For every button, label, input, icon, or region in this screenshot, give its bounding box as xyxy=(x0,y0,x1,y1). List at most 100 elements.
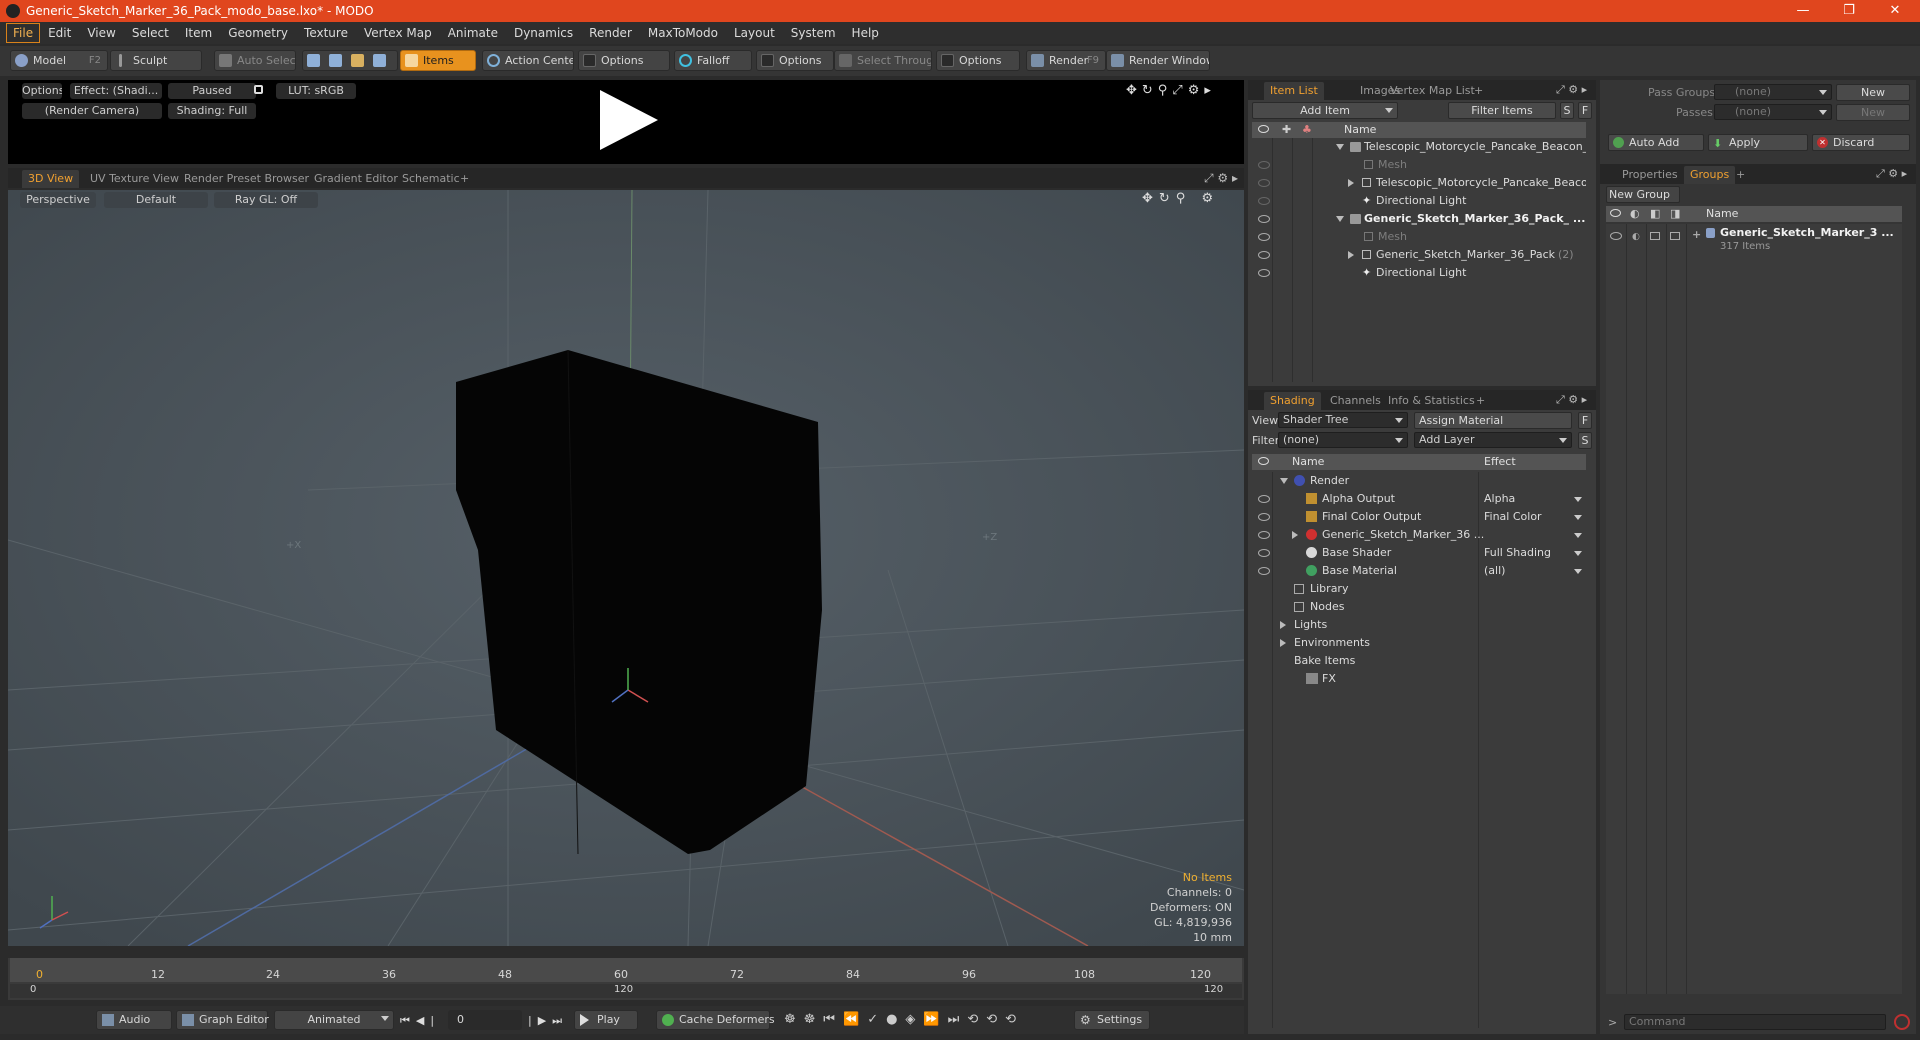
eye-icon[interactable] xyxy=(1610,232,1622,240)
expand-arrow-icon[interactable] xyxy=(1336,216,1344,222)
viewport-settings-icon[interactable]: ⤢ ⚙ ▸ xyxy=(1204,171,1238,186)
preview-paused-button[interactable]: Paused xyxy=(168,83,256,99)
tree-item[interactable]: Mesh xyxy=(1252,228,1586,246)
menu-item[interactable]: Item xyxy=(177,22,220,44)
preview-nav-icons[interactable]: ✥↻⚲⤢⚙▸ xyxy=(1126,83,1216,98)
tree-item[interactable]: ✦ Directional Light xyxy=(1252,264,1586,282)
expand-arrow-icon[interactable] xyxy=(1348,251,1354,259)
falloff-button[interactable]: Falloff xyxy=(674,50,752,71)
new-pass-button[interactable]: New xyxy=(1836,104,1910,121)
menu-system[interactable]: System xyxy=(783,22,844,44)
tab-groups[interactable]: Groups xyxy=(1684,166,1736,184)
shading-f-button[interactable]: F xyxy=(1578,412,1592,429)
play-button[interactable]: Play xyxy=(574,1010,638,1030)
new-pass-group-button[interactable]: New xyxy=(1836,84,1910,101)
restore-button[interactable]: ❐ xyxy=(1826,0,1872,22)
tab-channels[interactable]: Channels xyxy=(1324,392,1387,410)
chevron-down-icon[interactable] xyxy=(1574,497,1582,502)
action-center-button[interactable]: Action Center xyxy=(482,50,574,71)
expand-arrow-icon[interactable] xyxy=(1280,621,1286,629)
shading-s-button[interactable]: S xyxy=(1578,432,1592,449)
item-list-f-button[interactable]: F xyxy=(1578,102,1592,119)
eye-icon[interactable] xyxy=(1258,513,1270,521)
shader-row[interactable]: FX xyxy=(1252,670,1586,688)
lock-toggle-icon[interactable] xyxy=(1650,232,1660,240)
preview-options-button[interactable]: Options xyxy=(22,83,62,99)
audio-button[interactable]: Audio xyxy=(96,1010,172,1030)
select-toggle-icon[interactable] xyxy=(1670,232,1680,240)
play-render-icon[interactable] xyxy=(592,86,664,156)
shader-row[interactable]: Final Color Output Final Color xyxy=(1252,508,1586,526)
select-through-options-button[interactable]: Options xyxy=(936,50,1020,71)
menu-layout[interactable]: Layout xyxy=(726,22,783,44)
expand-plus-icon[interactable]: + xyxy=(1692,226,1701,242)
range-start[interactable]: 0 xyxy=(30,984,36,995)
menu-edit[interactable]: Edit xyxy=(40,22,79,44)
menu-geometry[interactable]: Geometry xyxy=(220,22,296,44)
tab-add[interactable]: + xyxy=(1470,392,1491,410)
add-layer-dropdown[interactable]: Add Layer xyxy=(1414,432,1572,448)
discard-button[interactable]: ✕ Discard xyxy=(1812,134,1910,151)
tab-info-statistics[interactable]: Info & Statistics xyxy=(1382,392,1481,410)
eye-icon[interactable] xyxy=(1258,179,1270,187)
tab-add[interactable]: + xyxy=(1468,82,1489,100)
tree-item[interactable]: ✦ Directional Light xyxy=(1252,192,1586,210)
record-icon[interactable] xyxy=(1894,1014,1910,1030)
menu-animate[interactable]: Animate xyxy=(440,22,506,44)
eye-icon[interactable] xyxy=(1258,215,1270,223)
falloff-options-button[interactable]: Options xyxy=(756,50,834,71)
range-end[interactable]: 120 xyxy=(1204,984,1223,995)
tab-gradient-editor[interactable]: Gradient Editor xyxy=(308,170,404,188)
eye-icon[interactable] xyxy=(1258,161,1270,169)
chevron-down-icon[interactable] xyxy=(1574,533,1582,538)
shader-row[interactable]: Environments xyxy=(1252,634,1586,652)
render-toggle-icon[interactable]: ◐ xyxy=(1632,228,1640,242)
jump-end-icons[interactable]: |▶⏭ xyxy=(528,1014,568,1028)
shader-row[interactable]: Base Material (all) xyxy=(1252,562,1586,580)
tab-properties[interactable]: Properties xyxy=(1616,166,1684,184)
materials-mode-icon[interactable] xyxy=(373,54,386,67)
tree-item[interactable]: Mesh xyxy=(1252,156,1586,174)
eye-icon[interactable] xyxy=(1258,233,1270,241)
tab-3d-view[interactable]: 3D View xyxy=(22,170,80,188)
preview-shading-dropdown[interactable]: Shading: Full xyxy=(168,103,256,119)
shader-row[interactable]: Bake Items xyxy=(1252,652,1586,670)
panel-menu-icons[interactable]: ⤢ ⚙ ▸ xyxy=(1556,83,1587,97)
shader-row[interactable]: Library xyxy=(1252,580,1586,598)
preview-effect-dropdown[interactable]: Effect: (Shadi... xyxy=(70,83,162,99)
tab-uv-texture-view[interactable]: UV Texture View xyxy=(84,170,185,188)
graph-editor-button[interactable]: Graph Editor xyxy=(176,1010,269,1030)
eye-icon[interactable] xyxy=(1258,269,1270,277)
select-through-button[interactable]: Select Through xyxy=(834,50,932,71)
vertices-mode-icon[interactable] xyxy=(307,54,320,67)
add-item-button[interactable]: Add Item xyxy=(1252,102,1398,119)
passes-dropdown[interactable]: (none) xyxy=(1714,104,1832,120)
tree-item[interactable]: Generic_Sketch_Marker_36_Pack (2) xyxy=(1252,246,1586,264)
menu-render[interactable]: Render xyxy=(581,22,640,44)
tree-item[interactable]: Generic_Sketch_Marker_36_Pack_ ... xyxy=(1252,210,1586,228)
tab-shading[interactable]: Shading xyxy=(1264,392,1321,410)
shader-row[interactable]: Base Shader Full Shading xyxy=(1252,544,1586,562)
menu-maxtomodo[interactable]: MaxToModo xyxy=(640,22,726,44)
shader-row[interactable]: Render xyxy=(1252,472,1586,490)
shader-row[interactable]: Alpha Output Alpha xyxy=(1252,490,1586,508)
view-dropdown[interactable]: Shader Tree xyxy=(1278,412,1408,428)
eye-icon[interactable] xyxy=(1258,197,1270,205)
expand-arrow-icon[interactable] xyxy=(1336,144,1344,150)
preview-lut-dropdown[interactable]: LUT: sRGB xyxy=(276,83,356,99)
shader-row[interactable]: Generic_Sketch_Marker_36 ... xyxy=(1252,526,1586,544)
auto-select-button[interactable]: Auto Select xyxy=(214,50,296,71)
menu-texture[interactable]: Texture xyxy=(296,22,356,44)
frame-field[interactable]: 0 xyxy=(448,1010,522,1030)
menu-view[interactable]: View xyxy=(79,22,123,44)
menu-vertex-map[interactable]: Vertex Map xyxy=(356,22,440,44)
action-center-options-button[interactable]: Options xyxy=(578,50,670,71)
lock-icon[interactable] xyxy=(254,85,263,94)
auto-add-button[interactable]: Auto Add xyxy=(1608,134,1704,151)
timeline[interactable]: 0 12 24 36 48 60 72 84 96 108 120 0 120 … xyxy=(8,958,1244,1000)
shader-row[interactable]: Nodes xyxy=(1252,598,1586,616)
3d-viewport[interactable]: Perspective Default Ray GL: Off ✥↻⚲ ⚙ +X… xyxy=(8,190,1244,946)
new-group-button[interactable]: New Group xyxy=(1606,186,1680,203)
tree-item[interactable]: Telescopic_Motorcycle_Pancake_Beaco ... xyxy=(1252,174,1586,192)
chevron-down-icon[interactable] xyxy=(1574,515,1582,520)
